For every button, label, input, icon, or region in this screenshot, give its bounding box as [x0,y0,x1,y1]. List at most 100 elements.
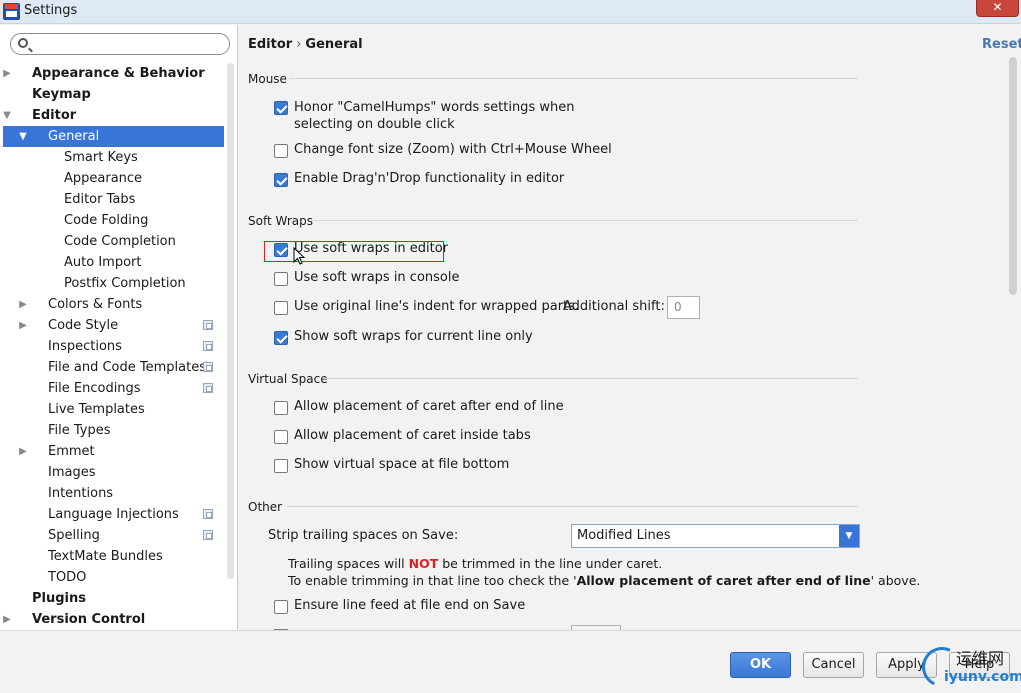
tree-item-label: File Types [48,423,111,438]
tree-item-file-encodings[interactable]: File Encodings [3,378,224,399]
tree-item-keymap[interactable]: Keymap [3,84,224,105]
section-divider [311,220,858,221]
section-title-mouse: Mouse [248,72,287,86]
ok-button[interactable]: OK [730,652,791,678]
tree-item-postfix-completion[interactable]: Postfix Completion [3,273,224,294]
reset-link[interactable]: Reset [982,37,1021,52]
tree-item-appearance[interactable]: Appearance [3,168,224,189]
tree-item-code-completion[interactable]: Code Completion [3,231,224,252]
tree-item-intentions[interactable]: Intentions [3,483,224,504]
collapsed-arrow-icon[interactable]: ▶ [17,441,29,462]
search-input[interactable] [10,33,230,55]
tree-item-images[interactable]: Images [3,462,224,483]
strip-trailing-value: Modified Lines [577,528,671,543]
additional-shift-input[interactable]: 0 [667,296,700,319]
settings-tree-pane: ▶ Appearance & Behavior Keymap ▼ Editor ▼ Gene… [0,25,238,630]
drag-drop-label: Enable Drag'n'Drop functionality in edit… [294,171,565,186]
window-title: Settings [24,3,78,18]
line-feed-label: Ensure line feed at file end on Save [294,598,526,613]
strip-trailing-label: Strip trailing spaces on Save: [268,528,459,543]
tree-item-label: Emmet [48,444,95,459]
virtual-space-bottom-checkbox[interactable] [274,459,288,473]
drag-drop-checkbox[interactable] [274,173,288,187]
additional-shift-label: Additional shift: [563,299,665,314]
info-text: be trimmed in the line under caret. [438,556,663,571]
settings-tree: ▶ Appearance & Behavior Keymap ▼ Editor ▼ Gene… [3,63,224,630]
tree-item-general[interactable]: ▼ General [3,126,224,147]
tree-item-file-types[interactable]: File Types [3,420,224,441]
tree-item-appearance-behavior[interactable]: ▶ Appearance & Behavior [3,63,224,84]
line-feed-checkbox[interactable] [274,600,288,614]
tree-item-editor-tabs[interactable]: Editor Tabs [3,189,224,210]
expanded-arrow-icon[interactable]: ▼ [1,105,13,126]
tree-item-smart-keys[interactable]: Smart Keys [3,147,224,168]
dialog-button-bar: OK Cancel Apply Help 运维网 iyunv.com [0,630,1021,693]
tree-item-label: Plugins [32,591,86,606]
tree-item-code-style[interactable]: ▶ Code Style [3,315,224,336]
collapsed-arrow-icon[interactable]: ▶ [1,609,13,630]
tree-item-version-control[interactable]: ▶ Version Control [3,609,224,630]
caret-inside-tabs-label: Allow placement of caret inside tabs [294,428,531,443]
tree-item-label: Version Control [32,612,146,627]
close-button[interactable]: ✕ [976,0,1019,17]
tree-item-label: Code Folding [64,213,149,228]
tree-item-label: TextMate Bundles [48,549,163,564]
tree-item-code-folding[interactable]: Code Folding [3,210,224,231]
chevron-down-icon[interactable]: ▼ [839,525,859,547]
tree-scrollbar[interactable] [227,63,234,579]
tree-item-textmate-bundles[interactable]: TextMate Bundles [3,546,224,567]
project-scope-icon [203,320,213,330]
info-bold-text: Allow placement of caret after end of li… [576,573,871,588]
title-bar: Settings ✕ [0,0,1021,24]
collapsed-arrow-icon[interactable]: ▶ [17,294,29,315]
original-indent-label: Use original line's indent for wrapped p… [294,299,580,314]
tree-item-inspections[interactable]: Inspections [3,336,224,357]
soft-wraps-console-label: Use soft wraps in console [294,270,460,285]
zoom-checkbox[interactable] [274,144,288,158]
tree-item-label: Colors & Fonts [48,297,143,312]
section-title-other: Other [248,500,283,514]
current-line-wraps-label: Show soft wraps for current line only [294,329,533,344]
tree-item-label: Code Completion [64,234,176,249]
watermark-en-text: iyunv.com [944,669,1021,685]
tree-item-plugins[interactable]: Plugins [3,588,224,609]
tree-item-emmet[interactable]: ▶ Emmet [3,441,224,462]
info-text: To enable trimming in that line too chec… [288,573,577,588]
collapsed-arrow-icon[interactable]: ▶ [17,315,29,336]
tree-item-auto-import[interactable]: Auto Import [3,252,224,273]
content-scrollbar[interactable] [1008,57,1020,647]
tree-item-label: Appearance & Behavior [32,66,205,81]
watermark-cn-text: 运维网 [956,649,1005,668]
tree-item-label: Intentions [48,486,114,501]
original-indent-checkbox[interactable] [274,301,288,315]
project-scope-icon [203,530,213,540]
caret-inside-tabs-checkbox[interactable] [274,430,288,444]
tree-item-language-injections[interactable]: Language Injections [3,504,224,525]
tree-item-label: Live Templates [48,402,145,417]
tree-item-editor[interactable]: ▼ Editor [3,105,224,126]
tree-item-file-and-code-templates[interactable]: File and Code Templates [3,357,224,378]
tree-item-colors-fonts[interactable]: ▶ Colors & Fonts [3,294,224,315]
zoom-label: Change font size (Zoom) with Ctrl+Mouse … [294,142,612,157]
project-scope-icon [203,383,213,393]
virtual-space-bottom-label: Show virtual space at file bottom [294,457,510,472]
tree-item-live-templates[interactable]: Live Templates [3,399,224,420]
camel-humps-checkbox[interactable] [274,101,288,115]
scrollbar-thumb[interactable] [1009,57,1017,295]
soft-wraps-console-checkbox[interactable] [274,272,288,286]
current-line-wraps-checkbox[interactable] [274,331,288,345]
tree-item-label: Keymap [32,87,91,102]
strip-trailing-select[interactable]: Modified Lines ▼ [571,524,860,548]
collapsed-arrow-icon[interactable]: ▶ [1,63,13,84]
section-divider [289,78,858,79]
breadcrumb-separator: › [296,37,302,52]
project-scope-icon [203,341,213,351]
tree-item-todo[interactable]: TODO [3,567,224,588]
tree-item-label: File and Code Templates [48,360,206,375]
tree-item-label: Editor [32,108,77,123]
expanded-arrow-icon[interactable]: ▼ [17,126,29,147]
caret-after-eol-checkbox[interactable] [274,401,288,415]
info-text: ' above. [870,573,921,588]
cancel-button[interactable]: Cancel [803,652,864,678]
tree-item-spelling[interactable]: Spelling [3,525,224,546]
